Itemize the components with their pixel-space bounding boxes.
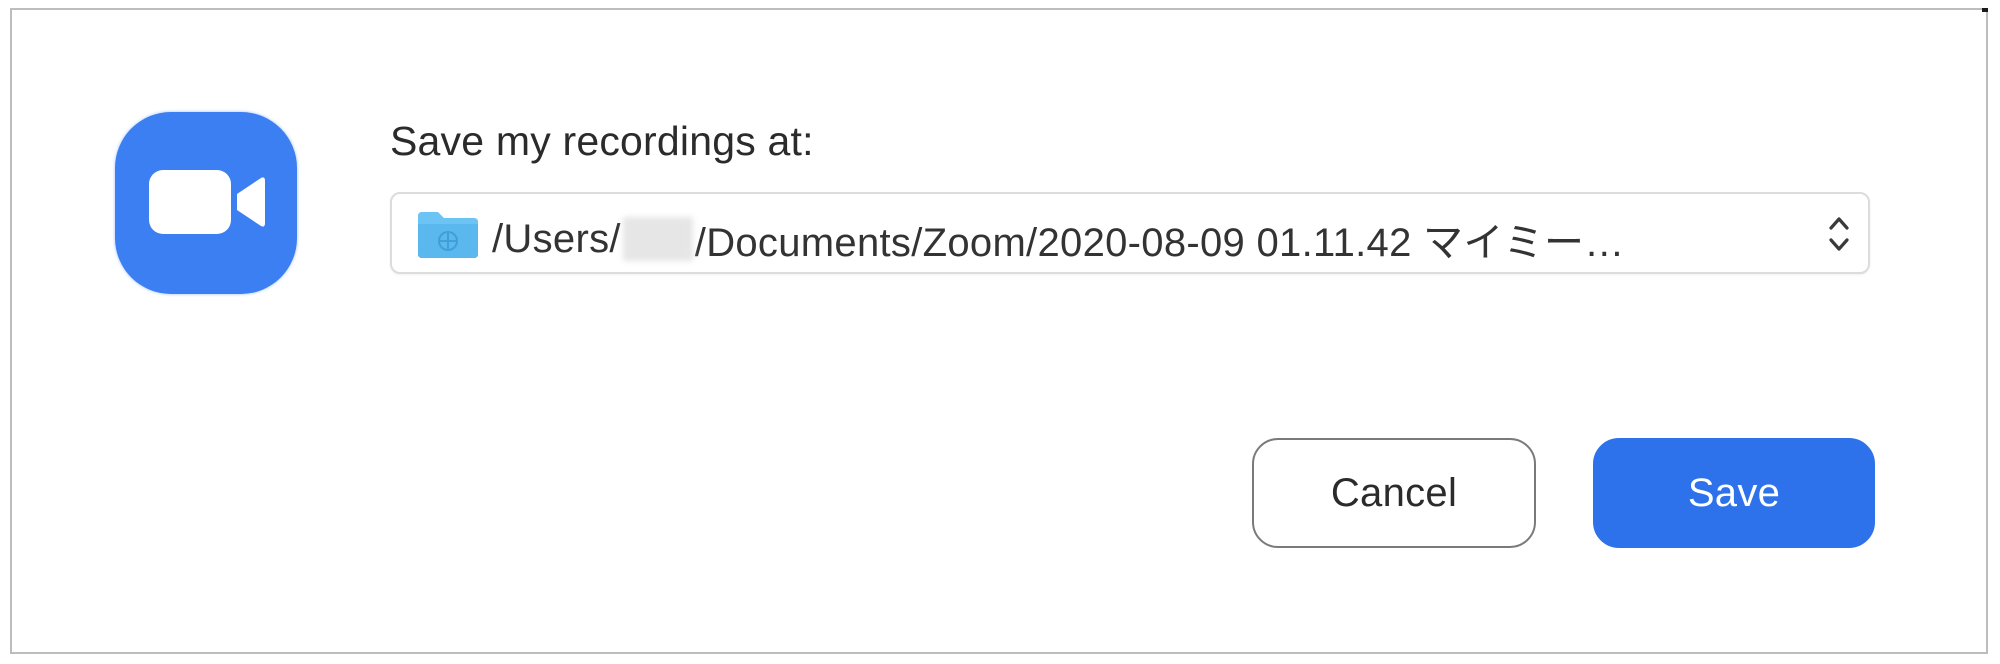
save-button[interactable]: Save: [1593, 438, 1875, 548]
zoom-camera-icon: [115, 112, 297, 294]
folder-icon: [416, 208, 480, 260]
path-suffix: /Documents/Zoom/2020-08-09 01.11.42 マイミー…: [694, 221, 1625, 265]
save-location-select[interactable]: /Users/ /Documents/Zoom/2020-08-09 01.11…: [390, 192, 1870, 274]
selected-path: /Users/ /Documents/Zoom/2020-08-09 01.11…: [492, 210, 1625, 268]
chevron-up-down-icon: [1824, 208, 1854, 260]
redacted-username: [622, 217, 693, 261]
path-prefix: /Users/: [492, 216, 621, 261]
save-location-label: Save my recordings at:: [390, 118, 814, 164]
save-recordings-dialog: [10, 8, 1988, 654]
window-corner: [1982, 8, 1988, 12]
cancel-button[interactable]: Cancel: [1252, 438, 1536, 548]
